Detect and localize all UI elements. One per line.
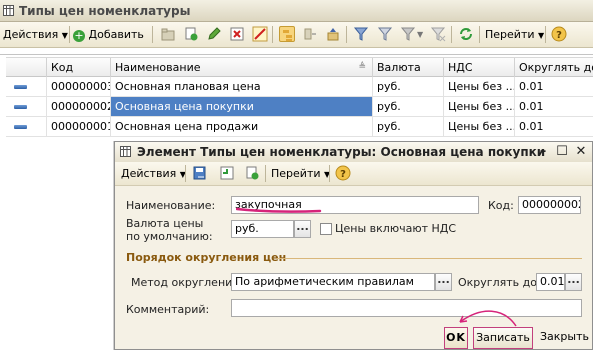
- delete-mark-icon[interactable]: [229, 26, 245, 42]
- round-to-input[interactable]: 0.01: [536, 273, 565, 291]
- code-label: Код:: [488, 199, 514, 212]
- cell-vat: Цены без ...: [443, 117, 514, 136]
- dialog-titlebar[interactable]: Элемент Типы цен номенклатуры: Основная …: [115, 142, 592, 162]
- filter-by-value-icon[interactable]: [353, 26, 369, 42]
- main-toolbar: Действия ▼ + Добавить ▼ Перейти ▼ ?: [0, 22, 593, 48]
- dropdown-arrow-icon: ▼: [538, 31, 545, 40]
- cell-currency: руб.: [372, 117, 443, 136]
- table-row[interactable]: 000000001 Основная цена продажи руб. Цен…: [6, 117, 593, 137]
- add-folder-icon[interactable]: [160, 26, 176, 42]
- cell-name: Основная цена продажи: [110, 117, 372, 136]
- save-and-close-icon[interactable]: [192, 165, 208, 181]
- maximize-icon[interactable]: ☐: [554, 144, 570, 160]
- rounding-section-title: Порядок округления цен: [126, 251, 287, 264]
- save-button[interactable]: Записать: [473, 327, 533, 349]
- goto-menu-label: Перейти: [485, 28, 535, 41]
- cell-currency: руб.: [372, 77, 443, 96]
- column-header-code[interactable]: Код: [46, 58, 110, 77]
- edit-icon[interactable]: [206, 26, 222, 42]
- help-icon[interactable]: ?: [551, 26, 567, 42]
- round-to-select-button[interactable]: ...: [565, 273, 582, 291]
- goto-menu[interactable]: Перейти ▼: [485, 25, 544, 44]
- cell-currency: руб.: [372, 97, 443, 116]
- filter-settings-icon[interactable]: [377, 26, 393, 42]
- copy-icon[interactable]: [183, 26, 199, 42]
- column-header-name[interactable]: Наименование ≜: [110, 58, 372, 77]
- annotation-underline: [236, 207, 322, 213]
- cell-code: 000000002: [46, 97, 110, 116]
- rounding-method-select-button[interactable]: ...: [435, 273, 452, 291]
- help-icon[interactable]: ?: [335, 165, 351, 181]
- dialog-toolbar: Действия ▼ Перейти ▼ ?: [115, 162, 592, 186]
- close-icon[interactable]: ✕: [573, 144, 589, 160]
- cell-round: 0.01: [514, 97, 593, 116]
- name-label: Наименование:: [126, 199, 216, 212]
- dropdown-arrow-icon: ▼: [61, 31, 68, 40]
- minimize-icon[interactable]: –: [535, 144, 551, 160]
- sort-icon: ≜: [358, 62, 366, 72]
- table-header: Код Наименование ≜ Валюта НДС Округлять …: [6, 57, 593, 77]
- goto-menu-label: Перейти: [271, 167, 321, 180]
- rounding-method-input[interactable]: По арифметическим правилам: [231, 273, 435, 291]
- add-icon: +: [73, 29, 85, 42]
- dialog-goto-menu[interactable]: Перейти ▼: [271, 164, 330, 183]
- actions-menu-label: Действия: [3, 28, 59, 41]
- add-button[interactable]: + Добавить: [73, 25, 144, 44]
- hierarchy-icon[interactable]: [302, 26, 318, 42]
- actions-menu-label: Действия: [121, 167, 177, 180]
- comment-input[interactable]: [231, 299, 582, 317]
- tree-view-icon[interactable]: [279, 26, 295, 42]
- table-icon: [3, 5, 14, 16]
- main-window-titlebar: Типы цен номенклатуры: [0, 0, 593, 22]
- table-row[interactable]: 000000002 Основная цена покупки руб. Цен…: [6, 97, 593, 117]
- rounding-method-label: Метод округления:: [131, 276, 243, 289]
- code-input[interactable]: 000000002: [518, 196, 581, 214]
- main-window-title: Типы цен номенклатуры: [19, 4, 191, 18]
- table-row[interactable]: 000000003 Основная плановая цена руб. Це…: [6, 77, 593, 97]
- cell-code: 000000001: [46, 117, 110, 136]
- save-icon[interactable]: [219, 165, 235, 181]
- ok-button[interactable]: OK: [444, 327, 468, 349]
- currency-select-button[interactable]: ...: [294, 220, 311, 238]
- filter-history-icon[interactable]: [400, 26, 416, 42]
- clear-filter-icon[interactable]: [430, 26, 446, 42]
- currency-input[interactable]: руб.: [231, 220, 294, 238]
- svg-text:?: ?: [340, 169, 346, 180]
- delete-directly-icon[interactable]: [252, 26, 268, 42]
- cell-name: Основная цена покупки: [110, 97, 372, 116]
- vat-included-label: Цены включают НДС: [335, 222, 457, 235]
- cell-round: 0.01: [514, 117, 593, 136]
- price-type-row-icon: [14, 125, 27, 129]
- copy-icon[interactable]: [244, 165, 260, 181]
- round-to-label: Округлять до:: [458, 276, 541, 289]
- level-up-icon[interactable]: [325, 26, 341, 42]
- actions-menu[interactable]: Действия ▼: [3, 25, 68, 44]
- section-divider: [277, 258, 582, 259]
- vat-included-checkbox[interactable]: [320, 223, 332, 235]
- add-button-label: Добавить: [88, 28, 144, 41]
- dialog-actions-menu[interactable]: Действия ▼: [121, 164, 186, 183]
- cell-name: Основная плановая цена: [110, 77, 372, 96]
- comment-label: Комментарий:: [126, 303, 210, 316]
- price-type-row-icon: [14, 105, 27, 109]
- filter-dropdown-arrow-icon[interactable]: ▼: [417, 25, 423, 44]
- dialog-title: Элемент Типы цен номенклатуры: Основная …: [137, 145, 546, 159]
- refresh-icon[interactable]: [458, 26, 474, 42]
- close-button[interactable]: Закрыть: [538, 327, 591, 349]
- currency-label: Валюта цены по умолчанию:: [126, 217, 213, 243]
- column-header-currency[interactable]: Валюта: [372, 58, 443, 77]
- table-icon: [120, 146, 131, 157]
- column-header-icon[interactable]: [6, 58, 46, 77]
- cell-round: 0.01: [514, 77, 593, 96]
- price-type-row-icon: [14, 85, 27, 89]
- cell-code: 000000003: [46, 77, 110, 96]
- column-header-vat[interactable]: НДС: [443, 58, 514, 77]
- svg-text:?: ?: [556, 30, 562, 41]
- column-header-round[interactable]: Округлять до: [514, 58, 593, 77]
- cell-vat: Цены без ...: [443, 97, 514, 116]
- annotation-arrow: [459, 310, 517, 327]
- cell-vat: Цены без ...: [443, 77, 514, 96]
